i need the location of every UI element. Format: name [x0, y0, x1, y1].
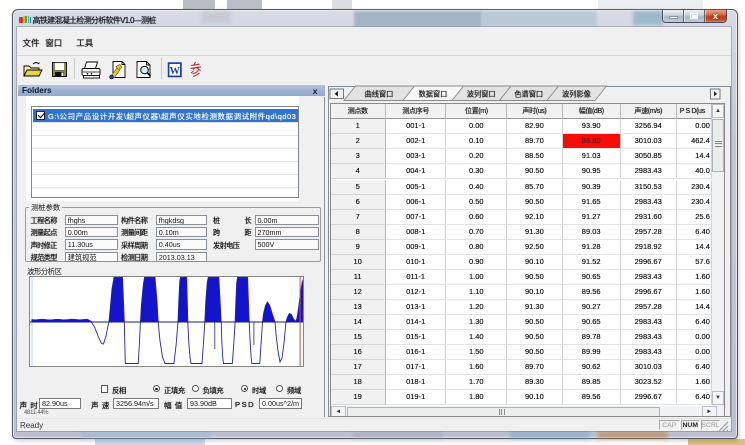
svg-text:曲线窗口: 曲线窗口 [365, 90, 394, 99]
svg-text:波列影像: 波列影像 [562, 90, 591, 99]
svg-text:色谱窗口: 色谱窗口 [514, 90, 543, 99]
svg-text:数据窗口: 数据窗口 [419, 90, 448, 99]
svg-text:波列窗口: 波列窗口 [467, 90, 496, 99]
svg-text:W: W [170, 66, 181, 77]
